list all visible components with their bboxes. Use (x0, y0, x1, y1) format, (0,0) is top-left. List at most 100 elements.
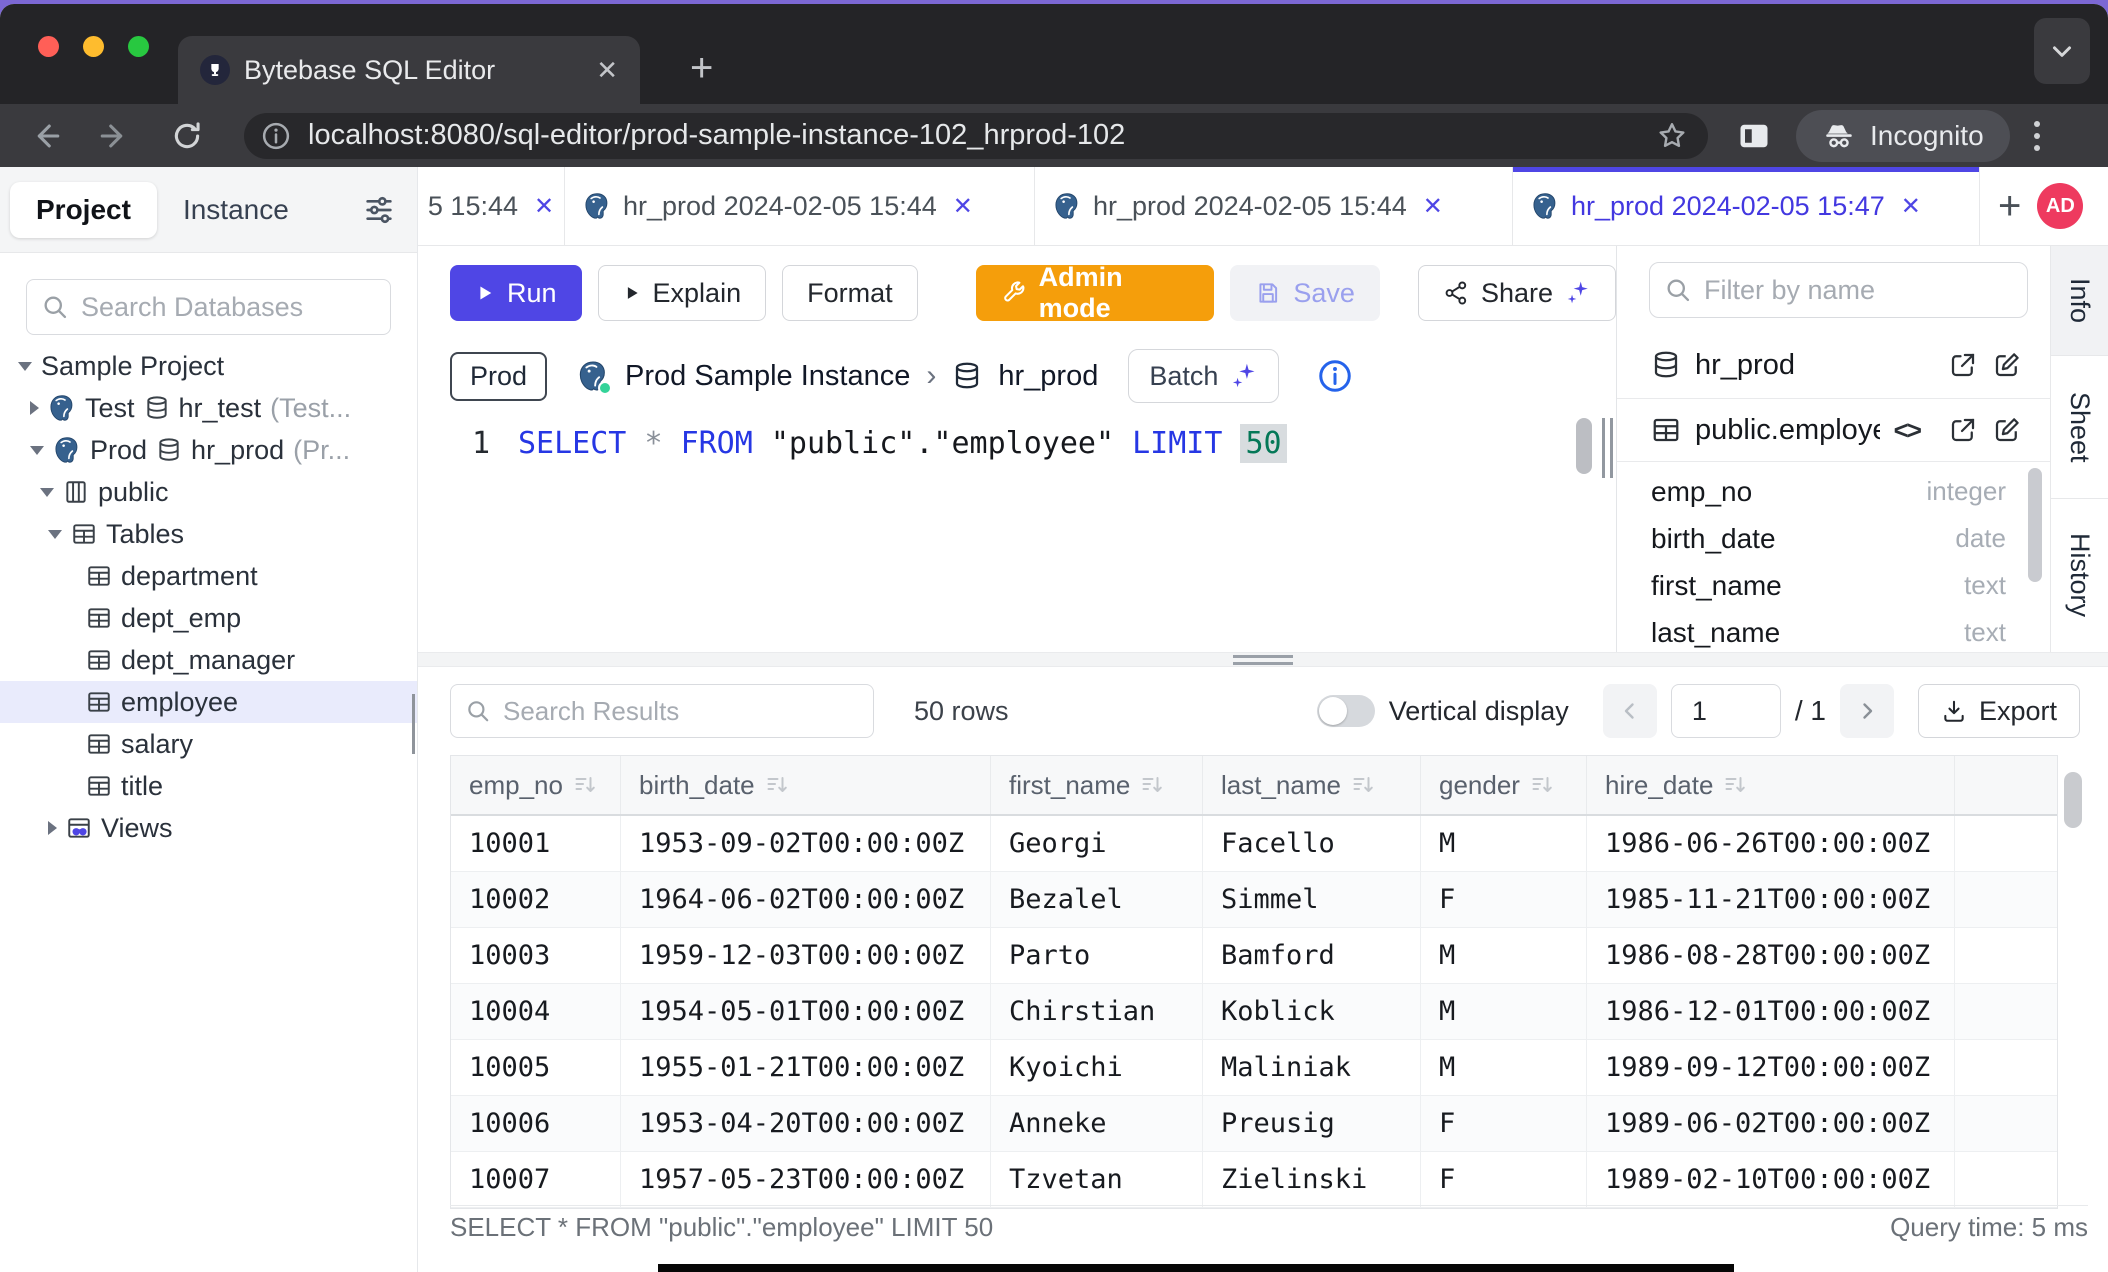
cell[interactable]: M (1421, 816, 1587, 871)
page-number-input[interactable] (1671, 684, 1781, 738)
address-bar[interactable]: localhost:8080/sql-editor/prod-sample-in… (244, 113, 1708, 159)
cell[interactable]: F (1421, 1096, 1587, 1151)
table-row[interactable]: 100061953-04-20T00:00:00ZAnnekePreusigF1… (451, 1096, 2057, 1152)
run-button[interactable]: Run (450, 265, 582, 321)
cell[interactable]: Chirstian (991, 984, 1203, 1039)
cell[interactable]: Bamford (1203, 928, 1421, 983)
schema-scrollbar[interactable] (2028, 468, 2042, 582)
cell[interactable]: F (1421, 1152, 1587, 1207)
results-search[interactable] (450, 684, 874, 738)
table-row[interactable]: 100011953-09-02T00:00:00ZGeorgiFacelloM1… (451, 816, 2057, 872)
schema-table-row[interactable]: public.employee <> (1617, 399, 2050, 461)
site-info-icon[interactable] (258, 118, 294, 154)
schema-filter[interactable] (1649, 262, 2028, 318)
chevron-down-icon[interactable] (48, 530, 62, 539)
vertical-display-toggle[interactable] (1317, 695, 1375, 727)
cell[interactable]: 1989-06-02T00:00:00Z (1587, 1096, 1955, 1151)
cell[interactable]: Kyoichi (991, 1040, 1203, 1095)
results-resize-handle[interactable] (418, 652, 2108, 667)
cell[interactable]: 10002 (451, 872, 621, 927)
column-header-birth-date[interactable]: birth_date (621, 756, 991, 814)
editor-tab-2[interactable]: hr_prod 2024-02-05 15:44 ✕ (565, 167, 1035, 245)
cell[interactable]: 1953-09-02T00:00:00Z (621, 816, 991, 871)
cell[interactable]: 10004 (451, 984, 621, 1039)
tree-item-schema-public[interactable]: public (0, 471, 417, 513)
cell[interactable]: Simmel (1203, 872, 1421, 927)
sort-icon[interactable] (573, 773, 597, 797)
search-results-input[interactable] (503, 696, 859, 727)
tree-item-table-dept-emp[interactable]: dept_emp (0, 597, 417, 639)
batch-button[interactable]: Batch (1128, 349, 1279, 403)
minimize-window-button[interactable] (83, 36, 104, 57)
tree-item-table-dept-manager[interactable]: dept_manager (0, 639, 417, 681)
share-button[interactable]: Share (1418, 265, 1616, 321)
cell[interactable]: 1989-02-10T00:00:00Z (1587, 1152, 1955, 1207)
code-icon[interactable]: <> (1894, 415, 1920, 446)
column-header-hire-date[interactable]: hire_date (1587, 756, 1955, 814)
info-icon[interactable] (1317, 358, 1353, 394)
cell[interactable]: 10006 (451, 1096, 621, 1151)
table-row[interactable]: 100071957-05-23T00:00:00ZTzvetanZielinsk… (451, 1152, 2057, 1208)
cell[interactable]: M (1421, 1040, 1587, 1095)
cell[interactable]: 1964-06-02T00:00:00Z (621, 872, 991, 927)
filter-settings-icon[interactable] (363, 194, 395, 226)
cell[interactable]: Bezalel (991, 872, 1203, 927)
cell[interactable]: 10003 (451, 928, 621, 983)
filter-by-name-input[interactable] (1704, 275, 2013, 306)
column-header-gender[interactable]: gender (1421, 756, 1587, 814)
cell[interactable]: 10007 (451, 1152, 621, 1207)
cell[interactable]: Maliniak (1203, 1040, 1421, 1095)
chevron-right-icon[interactable] (48, 821, 57, 835)
sort-icon[interactable] (1351, 773, 1375, 797)
bookmark-star-icon[interactable] (1656, 120, 1688, 152)
results-scrollbar[interactable] (2064, 772, 2082, 828)
close-tab-icon[interactable]: ✕ (596, 55, 618, 86)
reload-icon[interactable] (170, 119, 204, 153)
cell[interactable]: 10001 (451, 816, 621, 871)
cell[interactable]: 1989-09-12T00:00:00Z (1587, 1040, 1955, 1095)
cell[interactable]: 1957-05-23T00:00:00Z (621, 1152, 991, 1207)
maximize-window-button[interactable] (128, 36, 149, 57)
back-icon[interactable] (28, 119, 62, 153)
editor-tab-1[interactable]: 5 15:44 ✕ (418, 167, 565, 245)
external-link-icon[interactable] (1948, 350, 1978, 380)
column-header-emp-no[interactable]: emp_no (451, 756, 621, 814)
schema-column[interactable]: emp_no integer (1617, 468, 2050, 515)
cell[interactable]: 1985-11-21T00:00:00Z (1587, 872, 1955, 927)
chevron-right-icon[interactable] (30, 401, 39, 415)
cell[interactable]: 1953-04-20T00:00:00Z (621, 1096, 991, 1151)
format-button[interactable]: Format (782, 265, 918, 321)
tab-history[interactable]: History (2051, 499, 2108, 652)
table-row[interactable]: 100031959-12-03T00:00:00ZPartoBamfordM19… (451, 928, 2057, 984)
cell[interactable]: Koblick (1203, 984, 1421, 1039)
cell[interactable]: Anneke (991, 1096, 1203, 1151)
database-name[interactable]: hr_prod (998, 360, 1098, 393)
export-button[interactable]: Export (1918, 684, 2080, 738)
column-header-last-name[interactable]: last_name (1203, 756, 1421, 814)
cell[interactable]: 1986-08-28T00:00:00Z (1587, 928, 1955, 983)
cell[interactable]: Parto (991, 928, 1203, 983)
tree-item-prod-db[interactable]: Prod hr_prod (Pr... (0, 429, 417, 471)
cell[interactable]: Zielinski (1203, 1152, 1421, 1207)
editor-scrollbar[interactable] (1576, 418, 1592, 474)
avatar[interactable]: AD (2037, 183, 2083, 229)
tab-sheet[interactable]: Sheet (2051, 356, 2108, 499)
close-tab-icon[interactable]: ✕ (534, 192, 554, 221)
sort-icon[interactable] (1140, 773, 1164, 797)
search-databases-input[interactable] (81, 292, 376, 323)
new-query-tab-button[interactable]: + (1998, 184, 2021, 229)
cell[interactable]: Preusig (1203, 1096, 1421, 1151)
explain-button[interactable]: Explain (598, 265, 767, 321)
tree-item-test-db[interactable]: Test hr_test (Test... (0, 387, 417, 429)
instance-name[interactable]: Prod Sample Instance (625, 360, 910, 393)
table-row[interactable]: 100021964-06-02T00:00:00ZBezalelSimmelF1… (451, 872, 2057, 928)
schema-column[interactable]: last_name text (1617, 609, 2050, 652)
tab-search-button[interactable] (2034, 18, 2090, 84)
tree-item-tables-group[interactable]: Tables (0, 513, 417, 555)
tab-instance[interactable]: Instance (157, 182, 315, 238)
cell[interactable]: M (1421, 928, 1587, 983)
chevron-down-icon[interactable] (40, 488, 54, 497)
table-row[interactable]: 100041954-05-01T00:00:00ZChirstianKoblic… (451, 984, 2057, 1040)
cell[interactable]: 1954-05-01T00:00:00Z (621, 984, 991, 1039)
close-tab-icon[interactable]: ✕ (1423, 192, 1443, 221)
